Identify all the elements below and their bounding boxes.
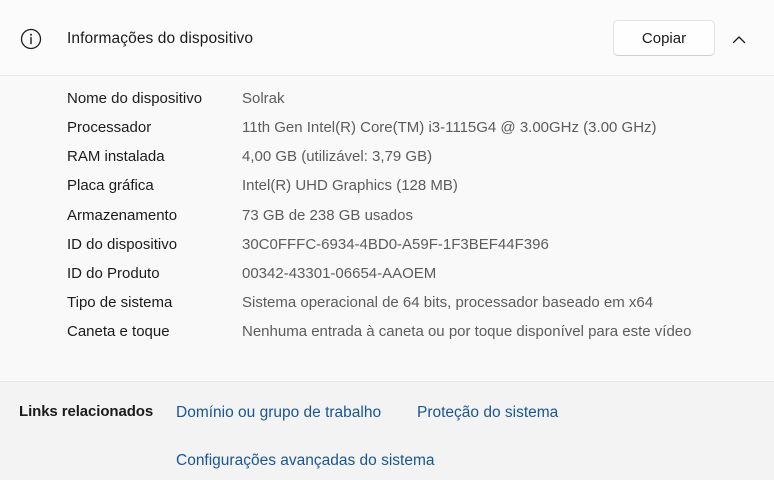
spec-value: Intel(R) UHD Graphics (128 MB) bbox=[242, 177, 458, 194]
spec-label: ID do Produto bbox=[67, 265, 160, 282]
related-links-label: Links relacionados bbox=[19, 403, 154, 420]
spec-value: Sistema operacional de 64 bits, processa… bbox=[242, 294, 654, 311]
spec-label: Armazenamento bbox=[67, 207, 178, 224]
advanced-system-settings-link[interactable]: Configurações avançadas do sistema bbox=[176, 452, 434, 470]
spec-value: Nenhuma entrada à caneta ou por toque di… bbox=[242, 323, 692, 340]
chevron-up-icon bbox=[732, 35, 746, 43]
spec-label: RAM instalada bbox=[67, 148, 165, 165]
system-protection-link[interactable]: Proteção do sistema bbox=[417, 404, 558, 422]
spec-label: Processador bbox=[67, 119, 152, 136]
spec-value: Solrak bbox=[242, 90, 285, 107]
spec-label: ID do dispositivo bbox=[67, 236, 178, 253]
device-info-card: Informações do dispositivo Copiar Nome d… bbox=[0, 0, 774, 382]
spec-value: 11th Gen Intel(R) Core(TM) i3-1115G4 @ 3… bbox=[242, 119, 657, 136]
spec-value: 4,00 GB (utilizável: 3,79 GB) bbox=[242, 148, 433, 165]
domain-workgroup-link[interactable]: Domínio ou grupo de trabalho bbox=[176, 404, 381, 422]
spec-label: Nome do dispositivo bbox=[67, 90, 203, 107]
copy-button[interactable]: Copiar bbox=[613, 20, 715, 56]
info-icon bbox=[20, 28, 42, 50]
spec-label: Placa gráfica bbox=[67, 177, 154, 194]
spec-label: Tipo de sistema bbox=[67, 294, 173, 311]
spec-value: 73 GB de 238 GB usados bbox=[242, 207, 413, 224]
collapse-button[interactable] bbox=[724, 24, 754, 54]
spec-label: Caneta e toque bbox=[67, 323, 170, 340]
device-info-header[interactable]: Informações do dispositivo Copiar bbox=[0, 0, 774, 76]
spec-value[interactable]: 00342-43301-06654-AAOEM bbox=[242, 263, 692, 285]
spec-value[interactable]: 30C0FFFC-6934-4BD0-A59F-1F3BEF44F396 bbox=[242, 234, 692, 256]
section-title: Informações do dispositivo bbox=[67, 30, 254, 47]
